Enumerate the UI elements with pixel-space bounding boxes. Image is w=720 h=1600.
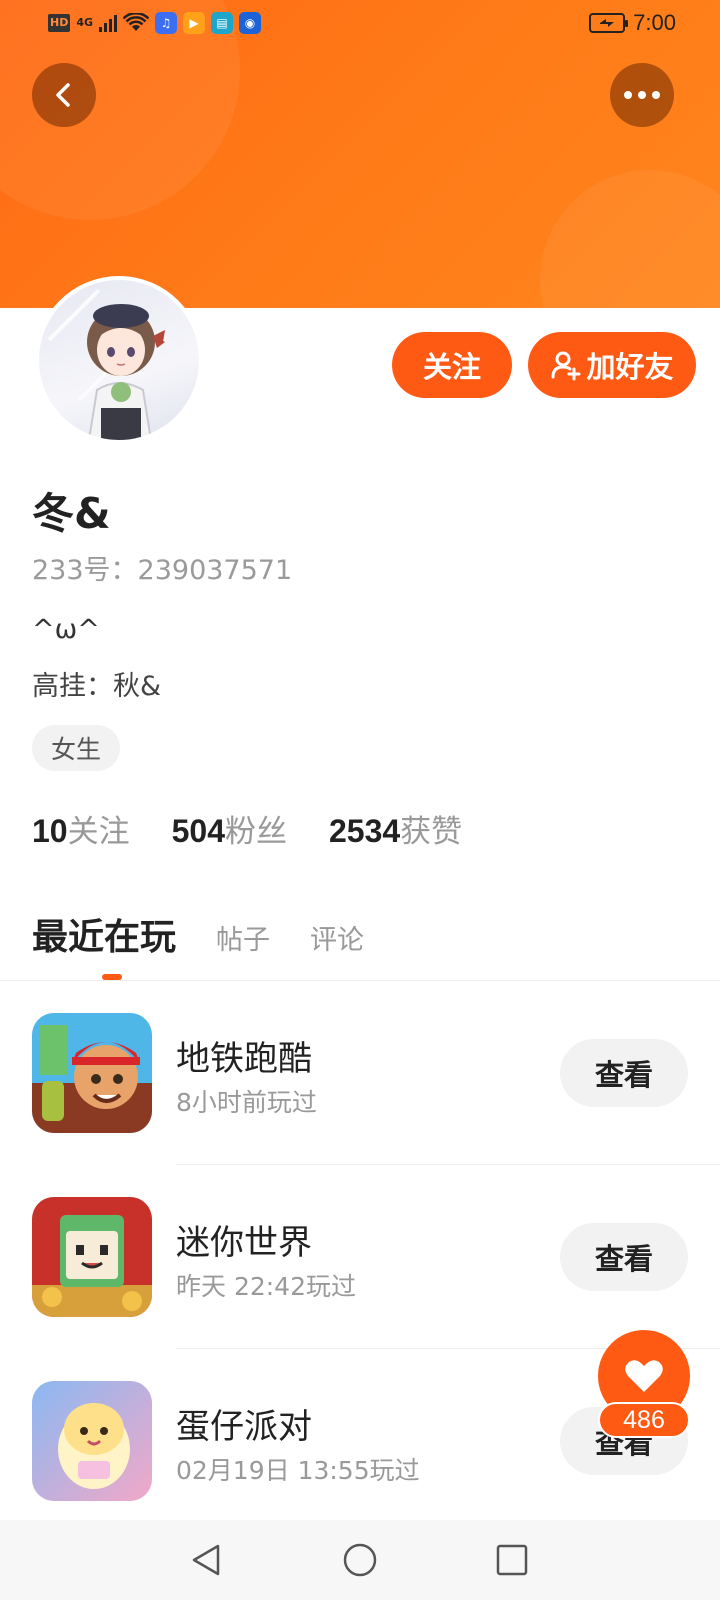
user-id: 233号：239037571 [32, 555, 293, 586]
game-name: 地铁跑酷 [176, 1039, 312, 1079]
triangle-back-icon [192, 1544, 220, 1576]
signal-icon [99, 14, 118, 32]
chevron-left-icon [56, 83, 70, 107]
back-button[interactable] [32, 63, 96, 127]
nav-home-button[interactable] [334, 1534, 386, 1586]
nav-recents-button[interactable] [486, 1534, 538, 1586]
game-icon-mini-world [32, 1197, 152, 1317]
like-count-badge: 486 [598, 1402, 690, 1438]
music-app-icon: ♫ [155, 12, 178, 34]
profile-stats: 10 关注 504 粉丝 2534 获赞 [32, 806, 462, 851]
game-name: 迷你世界 [176, 1223, 312, 1263]
list-item[interactable]: 迷你世界 昨天 22:42玩过 查看 [0, 1165, 720, 1349]
idea-app-icon: ◉ [239, 12, 262, 34]
game-name: 蛋仔派对 [176, 1407, 312, 1447]
banner-decoration [540, 170, 720, 308]
heart-icon [625, 1360, 663, 1392]
wifi-icon [123, 13, 150, 31]
stat-label: 关注 [67, 814, 130, 850]
reader-app-icon: ▤ [211, 12, 234, 34]
more-dots-icon [624, 91, 660, 99]
view-button[interactable]: 查看 [560, 1223, 688, 1291]
gender-tag: 女生 [32, 725, 120, 771]
more-options-button[interactable] [610, 63, 674, 127]
add-user-icon [551, 351, 581, 381]
video-app-icon: ▶ [183, 12, 206, 34]
game-last-played: 8小时前玩过 [176, 1088, 317, 1117]
bio-line: 高挂：秋& [32, 671, 162, 702]
bio-line: ^ω^ [32, 614, 100, 645]
user-name: 冬& [32, 489, 111, 538]
add-friend-label: 加好友 [586, 350, 674, 384]
system-nav-bar [0, 1520, 720, 1600]
add-friend-button[interactable]: 加好友 [528, 332, 696, 398]
view-button[interactable]: 查看 [560, 1039, 688, 1107]
tab-recently-played[interactable]: 最近在玩 [32, 908, 176, 960]
game-icon-subway-surfers [32, 1013, 152, 1133]
battery-icon [589, 13, 629, 33]
stat-number: 504 [171, 813, 225, 849]
game-last-played: 02月19日 13:55玩过 [176, 1456, 420, 1485]
profile-tabs: 最近在玩 帖子 评论 [32, 908, 364, 960]
tab-posts[interactable]: 帖子 [216, 918, 270, 957]
square-recents-icon [496, 1544, 528, 1576]
likes-count[interactable]: 2534 获赞 [329, 806, 462, 851]
tab-comments[interactable]: 评论 [310, 918, 364, 957]
avatar[interactable] [35, 276, 203, 444]
avatar-image [39, 280, 199, 440]
follow-button[interactable]: 关注 [392, 332, 512, 398]
network-label: 4G [76, 16, 94, 29]
stat-number: 10 [32, 813, 68, 849]
circle-home-icon [343, 1543, 377, 1577]
followers-count[interactable]: 504 粉丝 [172, 806, 287, 851]
game-icon-eggy-party [32, 1381, 152, 1501]
stat-label: 粉丝 [224, 814, 287, 850]
hd-icon: HD [48, 14, 71, 32]
list-item[interactable]: 地铁跑酷 8小时前玩过 查看 [0, 981, 720, 1165]
game-last-played: 昨天 22:42玩过 [176, 1272, 356, 1301]
stat-number: 2534 [328, 813, 401, 849]
status-bar: HD 4G ♫ ▶ ▤ ◉ 7:00 [0, 0, 720, 48]
clock: 7:00 [633, 10, 676, 35]
stat-label: 获赞 [400, 814, 463, 850]
follow-label: 关注 [422, 350, 481, 384]
nav-back-button[interactable] [180, 1534, 232, 1586]
following-count[interactable]: 10 关注 [32, 806, 130, 851]
